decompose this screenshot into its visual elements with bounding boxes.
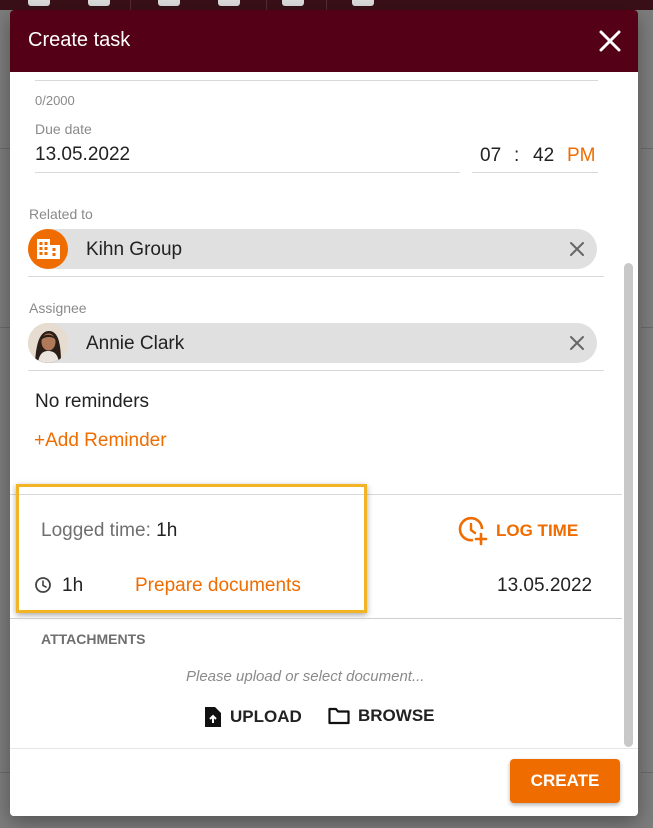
file-upload-icon — [205, 707, 221, 727]
assignee-chip[interactable]: Annie Clark — [28, 323, 597, 363]
due-hour[interactable]: 07 — [480, 145, 501, 167]
building-icon — [37, 239, 60, 259]
close-icon[interactable] — [596, 27, 624, 55]
time-entry-date: 13.05.2022 — [497, 575, 593, 596]
avatar-image — [28, 323, 68, 363]
background-icon — [218, 0, 240, 6]
background-toolbar — [0, 0, 653, 10]
clear-assignee-icon[interactable] — [567, 333, 587, 353]
due-date-underline — [35, 172, 460, 173]
related-to-chip[interactable]: Kihn Group — [28, 229, 597, 269]
description-underline — [35, 80, 598, 81]
due-date-label: Due date — [35, 121, 92, 137]
due-date-input[interactable]: 13.05.2022 — [35, 144, 435, 170]
dialog-title: Create task — [28, 29, 131, 51]
clock-icon — [35, 577, 51, 593]
related-to-value: Kihn Group — [86, 239, 183, 260]
assignee-label: Assignee — [29, 300, 87, 316]
logged-time-total: 1h — [156, 520, 178, 541]
attachments-heading: ATTACHMENTS — [41, 631, 146, 647]
log-time-button[interactable]: LOG TIME — [458, 516, 578, 546]
clock-plus-icon — [458, 516, 488, 546]
background-separator — [130, 0, 131, 10]
related-to-underline — [28, 276, 604, 277]
logged-time-label: Logged time: — [41, 520, 151, 541]
log-time-label: LOG TIME — [496, 521, 579, 540]
background-icon — [352, 0, 374, 6]
add-reminder-link[interactable]: +Add Reminder — [34, 430, 167, 452]
time-entry-duration: 1h — [62, 575, 84, 596]
create-button[interactable]: CREATE — [510, 759, 620, 803]
browse-button[interactable]: BROWSE — [328, 706, 435, 726]
background-divider — [641, 327, 653, 328]
create-task-dialog: Create task 0/2000 Due date 13.05.2022 0… — [10, 10, 638, 816]
background-separator — [266, 0, 267, 10]
background-icon — [28, 0, 50, 6]
logged-time-summary: Logged time: 1h — [41, 520, 177, 542]
clear-related-icon[interactable] — [567, 239, 587, 259]
background-divider — [641, 148, 653, 149]
attachments-divider — [10, 618, 622, 619]
no-reminders-text: No reminders — [35, 391, 150, 412]
due-ampm-toggle[interactable]: PM — [567, 145, 596, 167]
assignee-underline — [28, 370, 604, 371]
background-icon — [282, 0, 304, 6]
browse-label: BROWSE — [358, 706, 435, 725]
background-separator — [326, 0, 327, 10]
upload-label: UPLOAD — [230, 707, 302, 726]
time-entry-row[interactable]: 1h Prepare documents 13.05.2022 — [32, 568, 602, 602]
background-icon — [158, 0, 180, 6]
background-divider — [641, 772, 653, 773]
due-minute[interactable]: 42 — [533, 145, 554, 167]
due-time-field[interactable]: 07 : 42 PM — [472, 142, 598, 172]
folder-icon — [328, 707, 350, 725]
dialog-header: Create task — [10, 10, 638, 72]
dialog-footer: CREATE — [10, 748, 638, 816]
time-entry-task-link[interactable]: Prepare documents — [135, 575, 301, 597]
due-time-underline — [472, 172, 598, 173]
avatar — [28, 323, 68, 363]
background-icon — [88, 0, 110, 6]
related-to-label: Related to — [29, 206, 93, 222]
description-char-counter: 0/2000 — [35, 93, 75, 108]
dialog-content: 0/2000 Due date 13.05.2022 07 : 42 PM Re… — [10, 72, 638, 748]
related-to-avatar — [28, 229, 68, 269]
scrollbar[interactable] — [624, 263, 633, 747]
assignee-value: Annie Clark — [86, 333, 185, 354]
attachments-placeholder: Please upload or select document... — [186, 668, 425, 685]
upload-button[interactable]: UPLOAD — [204, 706, 302, 728]
due-time-separator: : — [514, 145, 520, 166]
